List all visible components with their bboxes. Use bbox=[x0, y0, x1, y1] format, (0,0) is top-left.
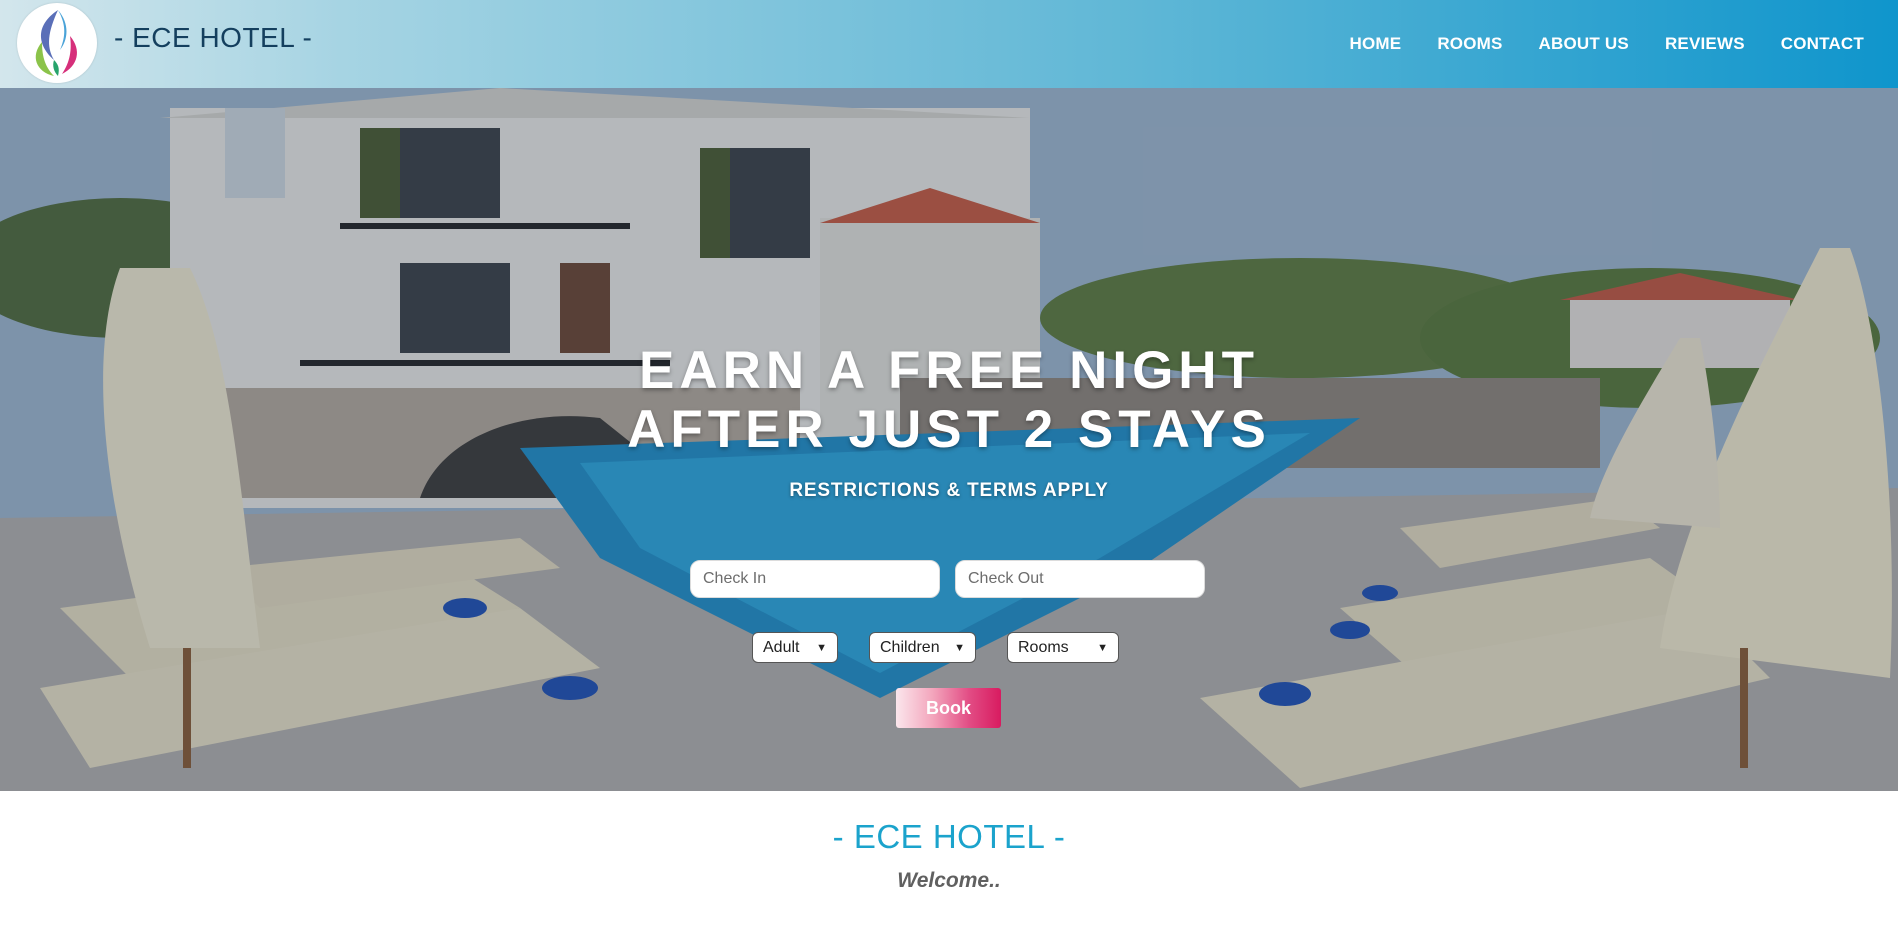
check-in-input[interactable] bbox=[690, 560, 940, 598]
chevron-down-icon: ▼ bbox=[1097, 641, 1108, 654]
nav-about-us[interactable]: ABOUT US bbox=[1521, 34, 1647, 54]
chevron-down-icon: ▼ bbox=[954, 641, 965, 654]
flame-logo-icon bbox=[35, 10, 77, 76]
children-select-value: Children bbox=[880, 638, 940, 656]
hero-headline-line1: EARN A FREE NIGHT bbox=[639, 341, 1259, 400]
hero-terms-note: RESTRICTIONS & TERMS APPLY bbox=[789, 480, 1109, 501]
check-out-input[interactable] bbox=[955, 560, 1205, 598]
hero-headline-line2: AFTER JUST 2 STAYS bbox=[627, 400, 1271, 459]
main-nav: HOME ROOMS ABOUT US REVIEWS CONTACT bbox=[1332, 0, 1883, 88]
hero-section: EARN A FREE NIGHT AFTER JUST 2 STAYS RES… bbox=[0, 88, 1898, 791]
nav-rooms[interactable]: ROOMS bbox=[1419, 34, 1520, 54]
nav-reviews[interactable]: REVIEWS bbox=[1647, 34, 1763, 54]
nav-home[interactable]: HOME bbox=[1332, 34, 1420, 54]
adult-select[interactable]: Adult ▼ bbox=[752, 632, 838, 663]
welcome-subtitle: Welcome.. bbox=[897, 869, 1001, 892]
hotel-logo[interactable] bbox=[17, 3, 97, 83]
site-header: - ECE HOTEL - HOME ROOMS ABOUT US REVIEW… bbox=[0, 0, 1898, 88]
children-select[interactable]: Children ▼ bbox=[869, 632, 976, 663]
adult-select-value: Adult bbox=[763, 638, 800, 656]
welcome-title: - ECE HOTEL - bbox=[832, 818, 1066, 855]
rooms-select-value: Rooms bbox=[1018, 638, 1069, 656]
rooms-select[interactable]: Rooms ▼ bbox=[1007, 632, 1119, 663]
book-button[interactable]: Book bbox=[896, 688, 1001, 728]
brand-name[interactable]: - ECE HOTEL - bbox=[114, 22, 312, 54]
nav-contact[interactable]: CONTACT bbox=[1763, 34, 1882, 54]
chevron-down-icon: ▼ bbox=[816, 641, 827, 654]
hero-content: EARN A FREE NIGHT AFTER JUST 2 STAYS RES… bbox=[0, 88, 1898, 791]
